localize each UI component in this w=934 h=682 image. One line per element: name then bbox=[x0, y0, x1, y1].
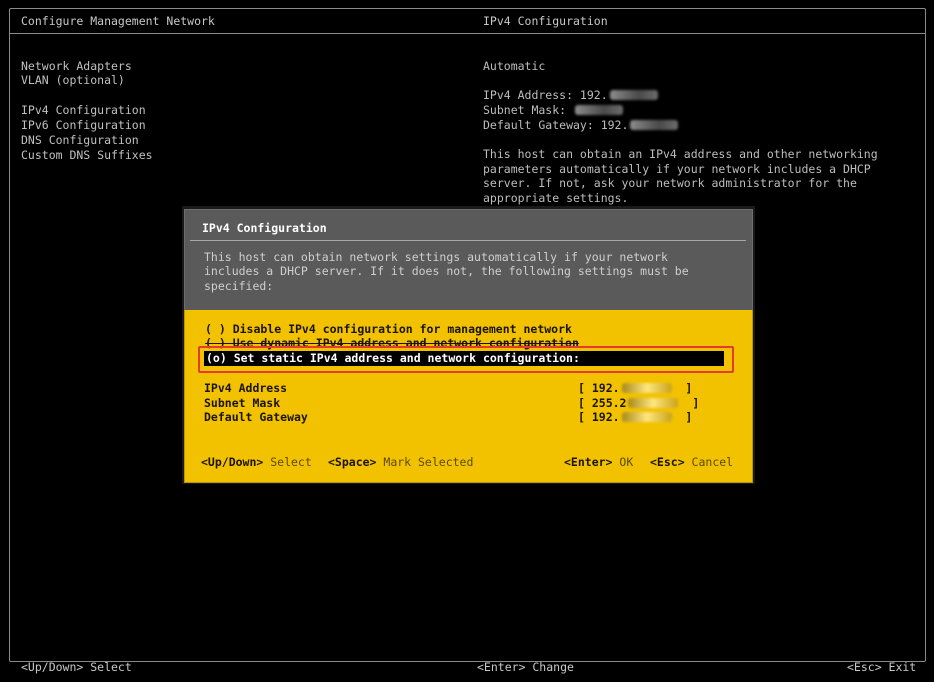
ipv4-mode: Automatic bbox=[483, 59, 546, 73]
hint-space-key: <Space> bbox=[328, 455, 377, 469]
menu-item-dns[interactable]: DNS Configuration bbox=[21, 133, 139, 148]
ipv4-address-label: IPv4 Address bbox=[204, 381, 288, 395]
subnet-mask-field[interactable]: [ 255.2 ] bbox=[578, 396, 699, 411]
ok-button[interactable]: <Enter> OK bbox=[564, 455, 633, 470]
redacted-value bbox=[609, 90, 658, 100]
current-ipv4-address: IPv4 Address: 192. bbox=[483, 88, 658, 103]
header-divider bbox=[9, 33, 925, 34]
dialog-description-line: includes a DHCP server. If it does not, … bbox=[204, 264, 689, 278]
footer-exit-hint: <Esc> Exit bbox=[847, 660, 917, 674]
dialog-description-line: specified: bbox=[204, 279, 274, 293]
default-gateway-bracket-open: [ 192. bbox=[578, 410, 620, 424]
hint-esc-text: Cancel bbox=[684, 455, 734, 469]
redacted-value bbox=[621, 383, 672, 393]
cancel-button[interactable]: <Esc> Cancel bbox=[650, 455, 733, 470]
menu-item-ipv4[interactable]: IPv4 Configuration bbox=[21, 103, 146, 118]
current-gateway-label: Default Gateway: 192. bbox=[483, 118, 629, 132]
info-description-line: server. If not, ask your network adminis… bbox=[483, 176, 857, 190]
redacted-value bbox=[628, 398, 679, 408]
footer-change-hint: <Enter> Change bbox=[477, 660, 574, 674]
footer-select-hint: <Up/Down> Select bbox=[21, 660, 132, 674]
dialog-header-divider bbox=[190, 240, 746, 241]
current-subnet-mask: Subnet Mask: bbox=[483, 103, 624, 118]
hint-enter-key: <Enter> bbox=[564, 455, 613, 469]
current-subnet-mask-label: Subnet Mask: bbox=[483, 103, 574, 117]
dialog-description-line: This host can obtain network settings au… bbox=[204, 250, 668, 264]
subnet-mask-bracket-open: [ 255.2 bbox=[578, 396, 627, 410]
default-gateway-field[interactable]: [ 192. ] bbox=[578, 410, 692, 425]
default-gateway-bracket-close: ] bbox=[671, 410, 693, 424]
hint-enter-text: OK bbox=[612, 455, 634, 469]
redacted-value bbox=[621, 412, 672, 422]
subnet-mask-bracket-close: ] bbox=[678, 396, 700, 410]
menu-item-dns-suffixes[interactable]: Custom DNS Suffixes bbox=[21, 148, 153, 163]
panel-title: IPv4 Configuration bbox=[483, 14, 608, 28]
hint-mark-selected: <Space> Mark Selected bbox=[328, 455, 473, 470]
redacted-value bbox=[630, 120, 679, 130]
hint-updown-key: <Up/Down> bbox=[201, 455, 264, 469]
annotation-highlight-box bbox=[198, 346, 734, 373]
menu-item-ipv6[interactable]: IPv6 Configuration bbox=[21, 118, 146, 133]
dialog-title: IPv4 Configuration bbox=[202, 221, 327, 235]
subnet-mask-label: Subnet Mask bbox=[204, 396, 281, 410]
ipv4-address-bracket-open: [ 192. bbox=[578, 381, 620, 395]
screen-title: Configure Management Network bbox=[21, 14, 215, 28]
hint-updown-text: Select bbox=[263, 455, 312, 469]
ipv4-address-bracket-close: ] bbox=[671, 381, 693, 395]
redacted-value bbox=[575, 105, 624, 115]
current-ipv4-address-label: IPv4 Address: 192. bbox=[483, 88, 608, 102]
info-description-line: This host can obtain an IPv4 address and… bbox=[483, 147, 878, 161]
ipv4-address-field[interactable]: [ 192. ] bbox=[578, 381, 692, 396]
hint-esc-key: <Esc> bbox=[650, 455, 685, 469]
hint-select: <Up/Down> Select bbox=[201, 455, 312, 470]
info-description-line: appropriate settings. bbox=[483, 191, 629, 205]
option-disable-ipv4[interactable]: ( ) Disable IPv4 configuration for manag… bbox=[205, 322, 572, 337]
default-gateway-label: Default Gateway bbox=[204, 410, 308, 424]
menu-item-network-adapters[interactable]: Network Adapters bbox=[21, 59, 132, 74]
current-gateway: Default Gateway: 192. bbox=[483, 118, 679, 133]
hint-space-text: Mark Selected bbox=[376, 455, 474, 469]
menu-item-vlan[interactable]: VLAN (optional) bbox=[21, 73, 125, 88]
info-description-line: parameters automatically if your network… bbox=[483, 162, 871, 176]
